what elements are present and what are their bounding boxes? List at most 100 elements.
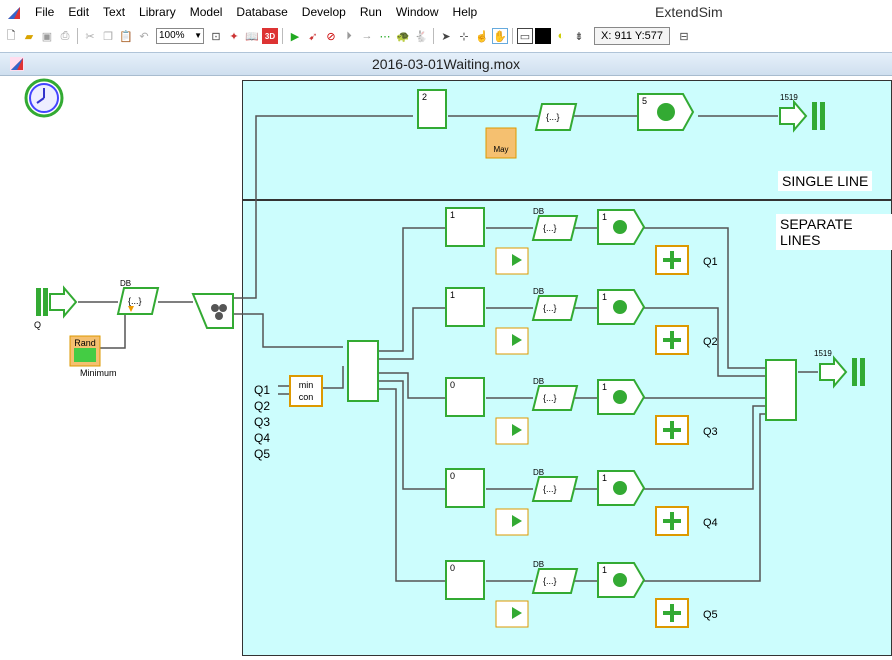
hand-icon[interactable]: ✋ <box>492 28 508 44</box>
zoom-value: 100% <box>159 30 185 41</box>
activity-count: 1 <box>602 292 607 302</box>
activity-count: 1 <box>602 212 607 222</box>
queue-count: 1 <box>450 290 455 300</box>
set-attribute-block[interactable]: {...} DB <box>531 207 579 241</box>
svg-text:{...}: {...} <box>543 303 557 313</box>
single-activity-block[interactable]: 5 <box>637 93 695 131</box>
single-shift-block[interactable]: May <box>485 127 517 159</box>
animation-icon[interactable]: → <box>359 28 375 44</box>
set-attribute-block[interactable]: {...} DB <box>116 279 160 315</box>
shift-block[interactable] <box>495 247 529 275</box>
queue-block[interactable]: 0 <box>445 377 485 417</box>
queue-block[interactable]: 0 <box>445 560 485 600</box>
run-optimize-icon[interactable]: ➹ <box>305 28 321 44</box>
menu-run[interactable]: Run <box>353 0 389 25</box>
toolbar: 🗋 ▰ ▣ ⎙ ✂ ❐ 📋 ↶ 100% ▼ ⊡ ✦ 📖 3D ▶ ➹ ⊘ ⏵ →… <box>0 25 892 47</box>
add-block[interactable] <box>655 415 689 445</box>
menu-database[interactable]: Database <box>229 0 294 25</box>
activity-block[interactable]: 1 <box>597 379 646 415</box>
add-block[interactable] <box>655 598 689 628</box>
menu-text[interactable]: Text <box>96 0 132 25</box>
single-set-attribute-block[interactable]: {...} <box>534 103 578 131</box>
step-icon[interactable]: ⏵ <box>341 28 357 44</box>
q3-label: Q3 <box>254 415 270 429</box>
activity-block[interactable]: 1 <box>597 209 646 245</box>
q5-label: Q5 <box>254 447 270 461</box>
color-icon[interactable]: ▭ <box>517 28 533 44</box>
create-block[interactable]: Q <box>34 285 78 330</box>
executive-clock-icon[interactable] <box>24 78 64 118</box>
queue-count: 0 <box>450 563 455 573</box>
new-icon[interactable]: 🗋 <box>3 28 19 44</box>
pointer-icon[interactable]: ➤ <box>438 28 454 44</box>
min-con-block[interactable]: min con <box>289 375 323 407</box>
hare-icon[interactable]: 🐇 <box>413 28 429 44</box>
paste-icon[interactable]: 📋 <box>118 28 134 44</box>
shift-block[interactable] <box>495 417 529 445</box>
separate-line-row: 0 {...} DB 1 Q5 <box>445 560 718 628</box>
separate-line-row: 0 {...} DB 1 Q3 <box>445 377 718 445</box>
single-queue-block[interactable]: 2 <box>417 89 447 129</box>
pattern-icon[interactable] <box>535 28 551 44</box>
queue-block[interactable]: 0 <box>445 468 485 508</box>
menu-develop[interactable]: Develop <box>295 0 353 25</box>
clone-icon[interactable]: ☝ <box>474 28 490 44</box>
shift-block[interactable] <box>495 600 529 628</box>
activity-count: 1 <box>602 382 607 392</box>
menu-edit[interactable]: Edit <box>61 0 96 25</box>
separate-select-block[interactable] <box>347 340 379 402</box>
3d-icon[interactable]: 3D <box>262 28 278 44</box>
copy-icon[interactable]: ❐ <box>100 28 116 44</box>
save-icon[interactable]: ▣ <box>39 28 55 44</box>
toolbar-separator <box>282 28 283 44</box>
turtle-icon[interactable]: 🐢 <box>395 28 411 44</box>
activity-block[interactable]: 1 <box>597 470 646 506</box>
cut-icon[interactable]: ✂ <box>82 28 98 44</box>
menu-file[interactable]: File <box>28 0 61 25</box>
select-item-in-block[interactable] <box>765 359 797 421</box>
queue-count: 1 <box>450 210 455 220</box>
menu-model[interactable]: Model <box>183 0 230 25</box>
queue-block[interactable]: 1 <box>445 207 485 247</box>
print-icon[interactable]: ⎙ <box>57 28 73 44</box>
queue-block[interactable]: 1 <box>445 287 485 327</box>
set-attribute-block[interactable]: {...} DB <box>531 468 579 502</box>
separate-exit-block[interactable]: 1519 <box>814 349 865 389</box>
notebook-icon[interactable]: 📖 <box>244 28 260 44</box>
open-icon[interactable]: ▰ <box>21 28 37 44</box>
layer-icon[interactable]: ⊡ <box>208 28 224 44</box>
set-attribute-block[interactable]: {...} DB <box>531 560 579 594</box>
stop-icon[interactable]: ⊘ <box>323 28 339 44</box>
shift-block[interactable] <box>495 327 529 355</box>
add-block[interactable] <box>655 245 689 275</box>
run-icon[interactable]: ▶ <box>287 28 303 44</box>
menu-window[interactable]: Window <box>389 0 446 25</box>
output-label: Q3 <box>703 426 718 438</box>
set-attribute-block[interactable]: {...} DB <box>531 287 579 321</box>
undo-icon[interactable]: ↶ <box>136 28 152 44</box>
q2-label: Q2 <box>254 399 270 413</box>
snap-icon[interactable]: ✦ <box>226 28 242 44</box>
pin-icon[interactable]: ⊟ <box>676 28 692 44</box>
menu-library[interactable]: Library <box>132 0 183 25</box>
single-exit-block[interactable]: 1519 <box>779 93 825 133</box>
document-titlebar: 2016-03-01Waiting.mox <box>0 52 892 76</box>
shape-icon[interactable]: ◐ <box>553 28 569 44</box>
zoom-select[interactable]: 100% ▼ <box>156 28 204 44</box>
activity-block[interactable]: 1 <box>597 562 646 598</box>
toolbar-separator <box>77 28 78 44</box>
shift-block[interactable] <box>495 508 529 536</box>
extendsim-logo-icon <box>6 5 22 21</box>
activity-block[interactable]: 1 <box>597 289 646 325</box>
select-item-out-block[interactable] <box>191 293 234 329</box>
connector-anim-icon[interactable]: ⋯ <box>377 28 393 44</box>
set-attribute-block[interactable]: {...} DB <box>531 377 579 411</box>
add-block[interactable] <box>655 325 689 355</box>
alignment-icon[interactable]: ⇟ <box>571 28 587 44</box>
model-canvas[interactable]: SINGLE LINE SEPARATE LINES Q {...} DB Ra… <box>0 76 892 660</box>
menu-help[interactable]: Help <box>446 0 485 25</box>
connector-icon[interactable]: ⊹ <box>456 28 472 44</box>
model-diagram: Q {...} DB Rand Minimum 2 May {...} 5 15… <box>24 78 865 628</box>
random-number-block[interactable]: Rand Minimum <box>69 335 117 378</box>
add-block[interactable] <box>655 506 689 536</box>
